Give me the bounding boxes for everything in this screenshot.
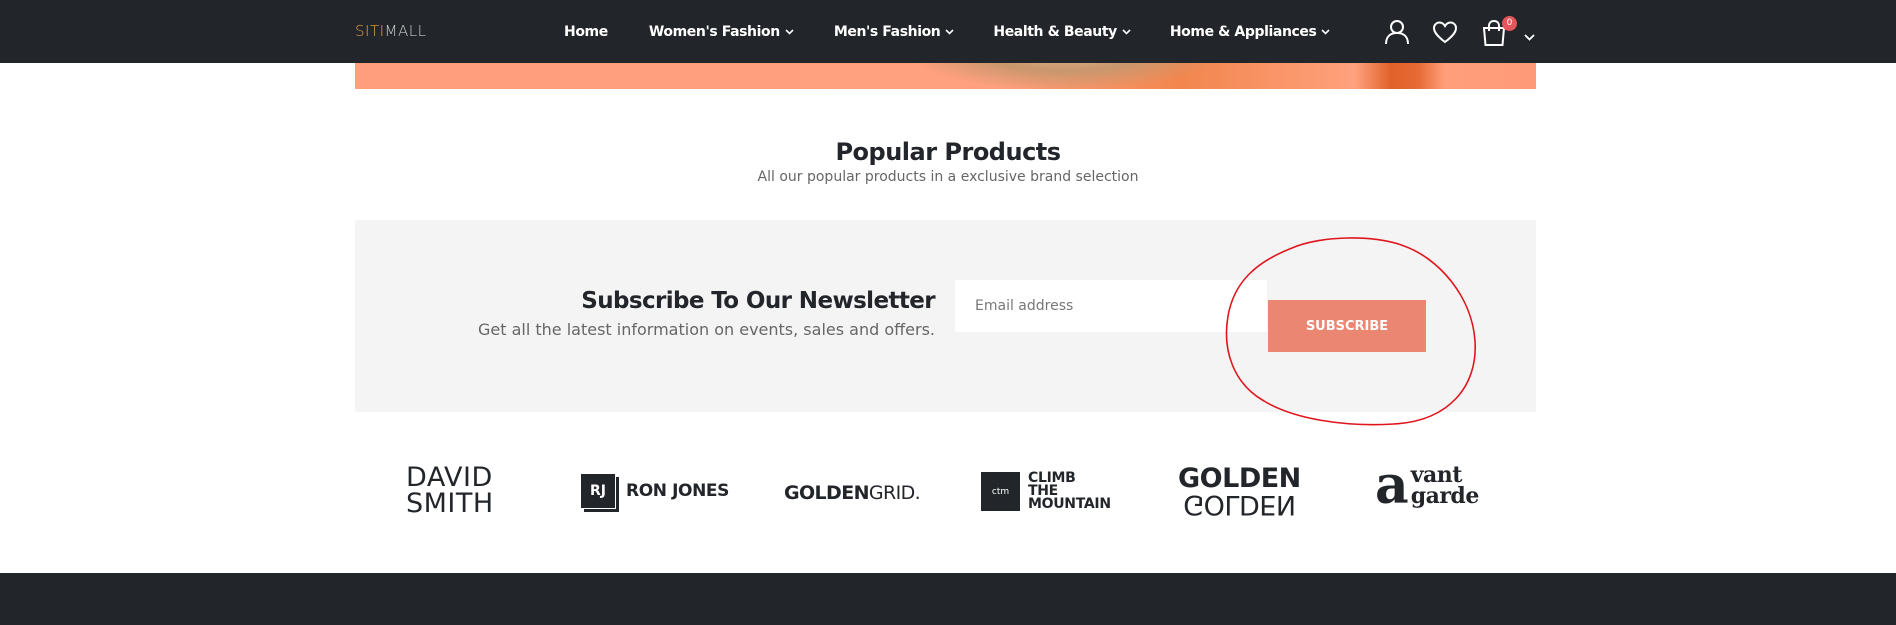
nav-health-beauty-label: Health & Beauty: [993, 23, 1117, 40]
nav-womens-fashion[interactable]: Women's Fashion: [649, 24, 794, 40]
heart-icon[interactable]: [1432, 21, 1458, 48]
nav-home-label: Home: [564, 23, 608, 40]
main-nav: Home Women's Fashion Men's Fashion Healt…: [564, 0, 1331, 63]
golden-top: GOLDEN: [1178, 463, 1301, 494]
av-line2: garde: [1410, 483, 1480, 509]
brand-david-smith[interactable]: DAVID SMITH: [406, 464, 494, 519]
logo-part-2: MALL: [384, 22, 427, 40]
brand-logos-row: DAVID SMITH RJ RON JONES GOLDENGRID. ctm…: [0, 455, 1896, 530]
nav-home-appliances[interactable]: Home & Appliances: [1170, 24, 1331, 40]
footer: [0, 573, 1896, 625]
site-logo[interactable]: SITIMALL: [355, 22, 426, 40]
logo-part-1: SITI: [355, 22, 385, 40]
nav-home-appliances-label: Home & Appliances: [1169, 23, 1317, 40]
popular-products-subtitle: All our popular products in a exclusive …: [757, 169, 1139, 185]
ctm-mark: ctm: [981, 472, 1020, 511]
nav-womens-fashion-label: Women's Fashion: [648, 23, 780, 40]
gg-light: GRID.: [868, 482, 921, 504]
banner-accent: [1355, 63, 1445, 89]
nav-mens-fashion[interactable]: Men's Fashion: [834, 24, 955, 40]
brand-climb-the-mountain[interactable]: ctm CLIMB THE MOUNTAIN: [981, 471, 1111, 512]
newsletter-section: Subscribe To Our Newsletter Get all the …: [355, 220, 1536, 412]
subscribe-button[interactable]: SUBSCRIBE: [1268, 300, 1426, 352]
ctm-wordmark: CLIMB THE MOUNTAIN: [1028, 471, 1111, 512]
av-wordmark: vant garde: [1410, 464, 1480, 509]
av-mark: a: [1375, 455, 1409, 516]
popular-products-title: Popular Products: [835, 138, 1061, 166]
brand-golden[interactable]: GOLDEN GOLDEN: [1178, 463, 1301, 520]
cart-count-badge: 0: [1502, 16, 1517, 31]
top-navbar: SITIMALL Home Women's Fashion Men's Fash…: [0, 0, 1896, 63]
chevron-down-icon[interactable]: [1524, 26, 1535, 45]
brand-golden-grid[interactable]: GOLDENGRID.: [784, 482, 921, 504]
chevron-down-icon: [785, 28, 794, 38]
hero-banner-image: [355, 63, 1536, 89]
newsletter-description: Get all the latest information on events…: [477, 320, 935, 339]
golden-bottom: GOLDEN: [1183, 489, 1296, 520]
newsletter-title: Subscribe To Our Newsletter: [581, 288, 935, 314]
chevron-down-icon: [1122, 28, 1131, 38]
user-icon[interactable]: [1384, 19, 1410, 49]
brand-ron-jones[interactable]: RJ RON JONES: [581, 474, 729, 512]
brand-david-line2: SMITH: [406, 488, 494, 519]
rj-mark: RJ: [581, 474, 619, 512]
chevron-down-icon: [945, 28, 954, 38]
banner-figure: [915, 63, 1215, 89]
ctm-line3: MOUNTAIN: [1028, 496, 1111, 512]
email-field[interactable]: [955, 280, 1267, 332]
brand-avant-garde[interactable]: a vant garde: [1375, 455, 1480, 516]
nav-mens-fashion-label: Men's Fashion: [833, 23, 941, 40]
gg-bold: GOLDEN: [784, 482, 870, 504]
rj-name: RON JONES: [626, 481, 729, 501]
nav-home[interactable]: Home: [564, 24, 608, 40]
nav-health-beauty[interactable]: Health & Beauty: [993, 23, 1131, 40]
chevron-down-icon: [1321, 28, 1331, 38]
